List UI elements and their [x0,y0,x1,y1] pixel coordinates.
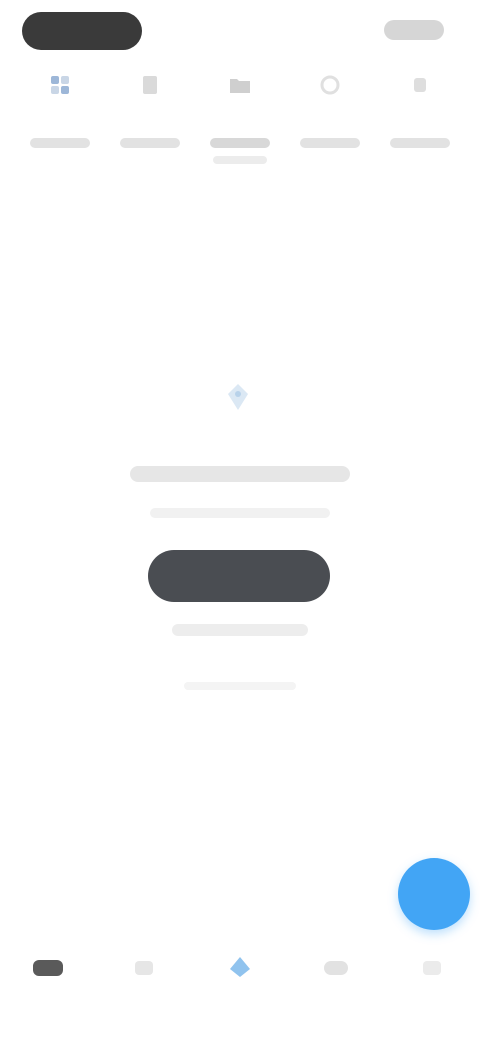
nav-item-home[interactable] [16,942,80,998]
chat-icon [321,957,351,984]
tag-icon [218,378,258,418]
secondary-link[interactable] [172,624,308,636]
tab-label [120,138,180,148]
primary-action-button[interactable] [148,550,330,602]
tab-label [210,138,270,148]
tab-1[interactable] [108,60,192,180]
nav-item-chat[interactable] [304,942,368,998]
nav-item-profile[interactable] [400,942,464,998]
folder-icon [225,70,255,100]
tab-label [300,138,360,148]
file-icon [135,70,165,100]
clock-icon [315,70,345,100]
tab-sublabel [213,156,267,164]
tab-label [390,138,450,148]
empty-state-subtitle [150,508,330,518]
category-tabs [0,60,480,180]
status-indicators [384,20,444,40]
app-screen [0,0,480,1040]
tab-0[interactable] [18,60,102,180]
nav-item-list[interactable] [112,942,176,998]
more-icon [405,70,435,100]
tab-2[interactable] [198,60,282,180]
tab-4[interactable] [378,60,462,180]
nav-item-location[interactable] [208,942,272,998]
profile-icon [419,957,445,984]
bottom-navigation [0,935,480,1005]
location-icon [224,955,256,986]
helper-text [184,682,296,690]
tab-label [30,138,90,148]
add-button[interactable] [398,858,470,930]
grid-icon [45,70,75,100]
empty-state-title [130,466,350,482]
tab-3[interactable] [288,60,372,180]
list-icon [131,957,157,984]
home-icon [31,956,65,985]
status-time-pill [22,12,142,50]
